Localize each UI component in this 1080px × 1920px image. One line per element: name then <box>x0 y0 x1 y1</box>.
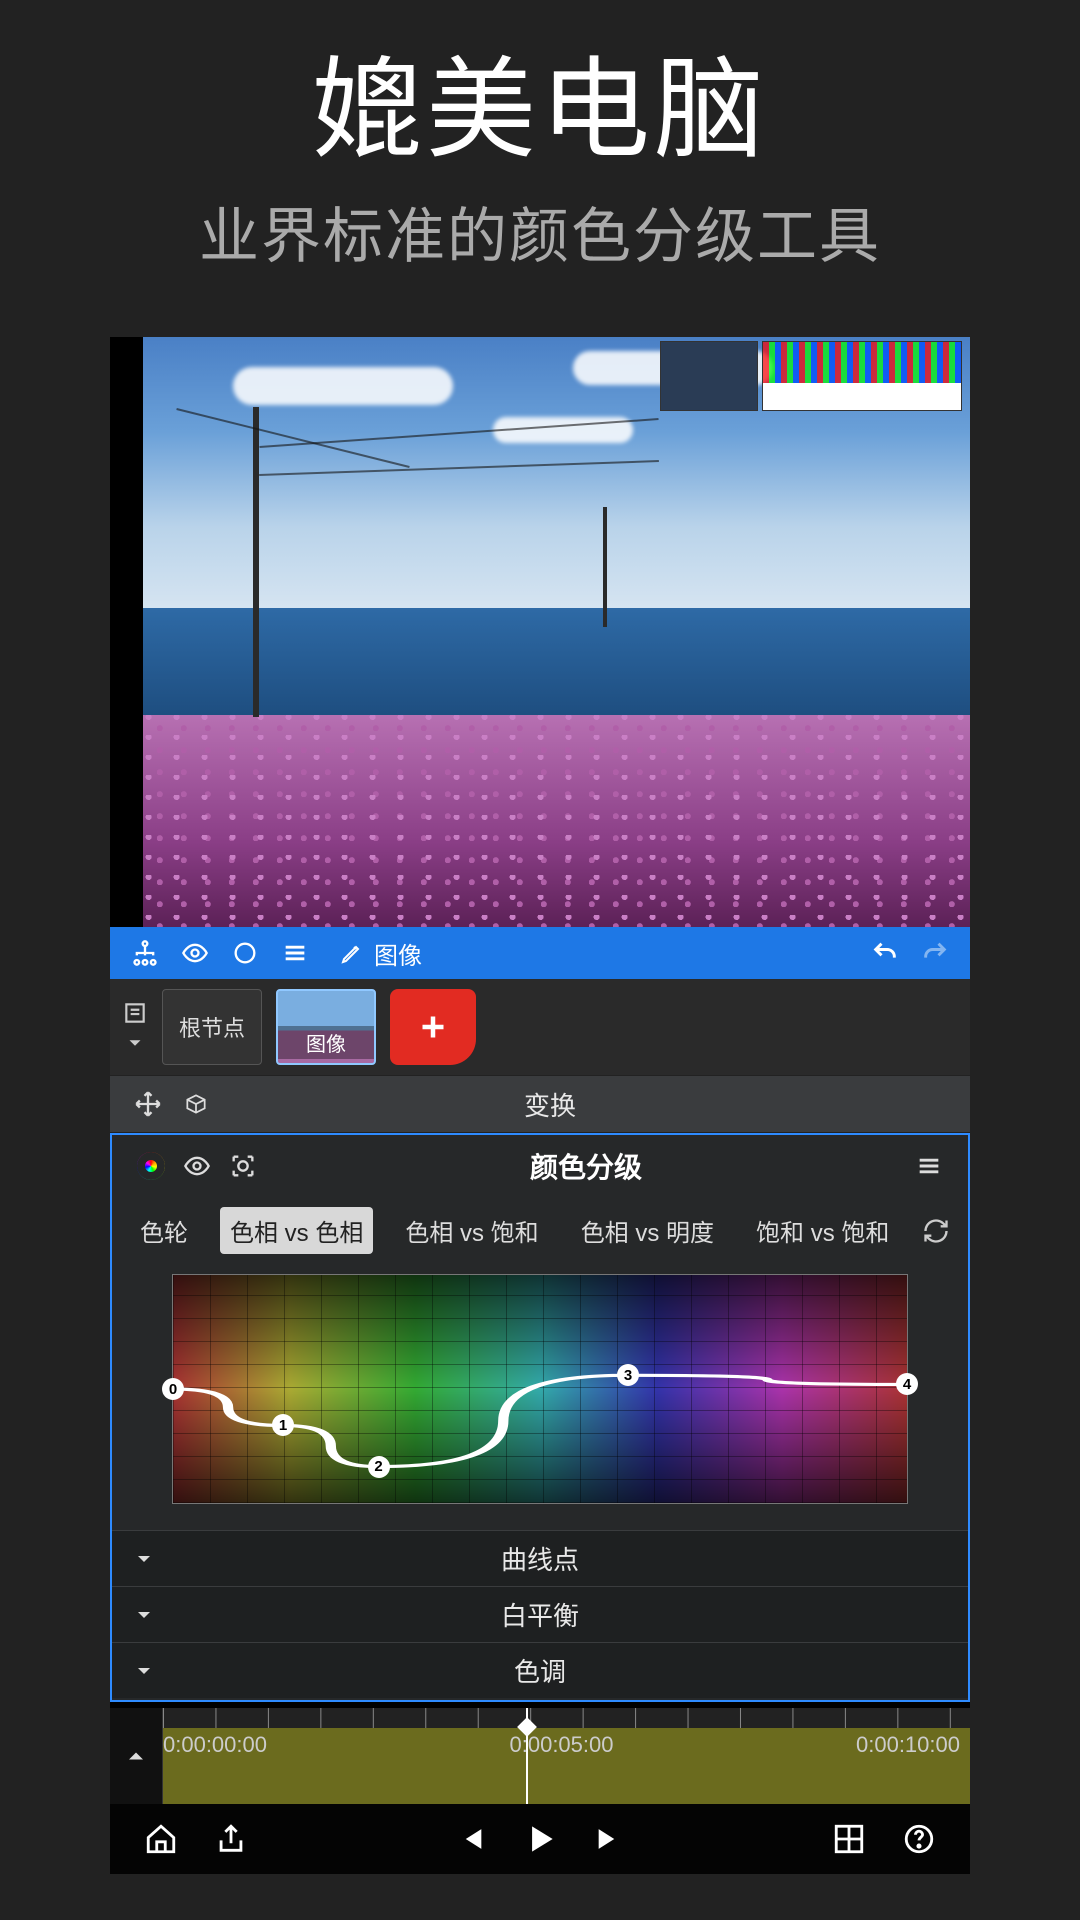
panel-title: 颜色分级 <box>266 1146 906 1186</box>
app-frame: 图像 根节点 图像 变换 <box>110 337 970 1874</box>
time-label: 0:00:10:00 <box>856 1732 960 1758</box>
section-label: 白平衡 <box>172 1596 908 1633</box>
move-icon[interactable] <box>124 1090 172 1118</box>
chevron-down-icon <box>132 1547 172 1571</box>
node-strip: 根节点 图像 <box>110 979 970 1075</box>
visibility-icon[interactable] <box>170 927 220 979</box>
curve-mode-tab[interactable]: 色轮 <box>130 1207 198 1254</box>
timeline-track[interactable]: 0:00:00:00 0:00:05:00 0:00:10:00 <box>162 1708 970 1804</box>
time-label: 0:00:00:00 <box>163 1732 267 1758</box>
promo-subhead: 业界标准的颜色分级工具 <box>0 188 1080 275</box>
video-preview[interactable] <box>110 337 970 927</box>
timeline-collapse-icon[interactable] <box>110 1708 162 1804</box>
home-icon[interactable] <box>130 1822 192 1856</box>
preview-image <box>143 337 970 927</box>
image-node-tile[interactable]: 图像 <box>276 989 376 1065</box>
panel-menu-icon[interactable] <box>906 1152 952 1180</box>
section-label: 色调 <box>172 1652 908 1689</box>
curve-point[interactable]: 0 <box>162 1378 184 1400</box>
panel-visibility-icon[interactable] <box>174 1152 220 1180</box>
chevron-down-icon <box>132 1659 172 1683</box>
panel-section[interactable]: 色调 <box>112 1642 968 1698</box>
curve-point[interactable]: 4 <box>896 1373 918 1395</box>
edit-node-button[interactable]: 图像 <box>340 936 422 971</box>
curve-mode-tab[interactable]: 色相 vs 色相 <box>220 1207 373 1254</box>
curve-mode-tab[interactable]: 色相 vs 明度 <box>571 1207 724 1254</box>
selection-target-icon[interactable] <box>220 1152 266 1180</box>
promo-headline: 媲美电脑 <box>0 0 1080 180</box>
outline-icon[interactable] <box>122 1000 148 1026</box>
help-icon[interactable] <box>888 1822 950 1856</box>
cube-icon[interactable] <box>172 1091 220 1117</box>
color-grading-panel: 颜色分级 色轮色相 vs 色相色相 vs 饱和色相 vs 明度饱和 vs 饱和 … <box>110 1133 970 1702</box>
curve-point[interactable]: 3 <box>617 1364 639 1386</box>
node-tree-icon[interactable] <box>120 927 170 979</box>
chevron-down-icon[interactable] <box>124 1032 146 1054</box>
color-wheel-icon[interactable] <box>128 1152 174 1180</box>
mask-icon[interactable] <box>220 927 270 979</box>
reset-curve-icon[interactable] <box>922 1217 950 1245</box>
transform-label: 变换 <box>220 1086 880 1123</box>
playhead[interactable] <box>526 1708 528 1804</box>
transform-bar[interactable]: 变换 <box>110 1075 970 1133</box>
image-node-label: 图像 <box>278 1026 374 1059</box>
curve-mode-tab[interactable]: 饱和 vs 饱和 <box>746 1207 899 1254</box>
curve-mode-tabs: 色轮色相 vs 色相色相 vs 饱和色相 vs 明度饱和 vs 饱和 <box>112 1197 968 1264</box>
root-node-label: 根节点 <box>179 1011 245 1043</box>
editor-toolbar: 图像 <box>110 927 970 979</box>
histogram-scope[interactable] <box>762 341 962 411</box>
redo-icon <box>910 927 960 979</box>
play-icon[interactable] <box>509 1820 571 1858</box>
section-label: 曲线点 <box>172 1540 908 1577</box>
hue-curve-editor[interactable]: 01234 <box>172 1274 908 1504</box>
panel-section[interactable]: 曲线点 <box>112 1530 968 1586</box>
share-icon[interactable] <box>200 1822 262 1856</box>
transport-bar <box>110 1804 970 1874</box>
curve-mode-tab[interactable]: 色相 vs 饱和 <box>395 1207 548 1254</box>
root-node-tile[interactable]: 根节点 <box>162 989 262 1065</box>
next-frame-icon[interactable] <box>579 1822 641 1856</box>
undo-icon[interactable] <box>860 927 910 979</box>
timeline[interactable]: 0:00:00:00 0:00:05:00 0:00:10:00 <box>110 1708 970 1804</box>
add-node-button[interactable] <box>390 989 476 1065</box>
curve-point[interactable]: 2 <box>368 1456 390 1478</box>
preview-thumbnail-pip[interactable] <box>660 341 758 411</box>
curve-point[interactable]: 1 <box>272 1414 294 1436</box>
panel-section[interactable]: 白平衡 <box>112 1586 968 1642</box>
edit-node-label: 图像 <box>374 936 422 971</box>
menu-icon[interactable] <box>270 927 320 979</box>
layout-icon[interactable] <box>818 1822 880 1856</box>
prev-frame-icon[interactable] <box>439 1822 501 1856</box>
chevron-down-icon <box>132 1603 172 1627</box>
